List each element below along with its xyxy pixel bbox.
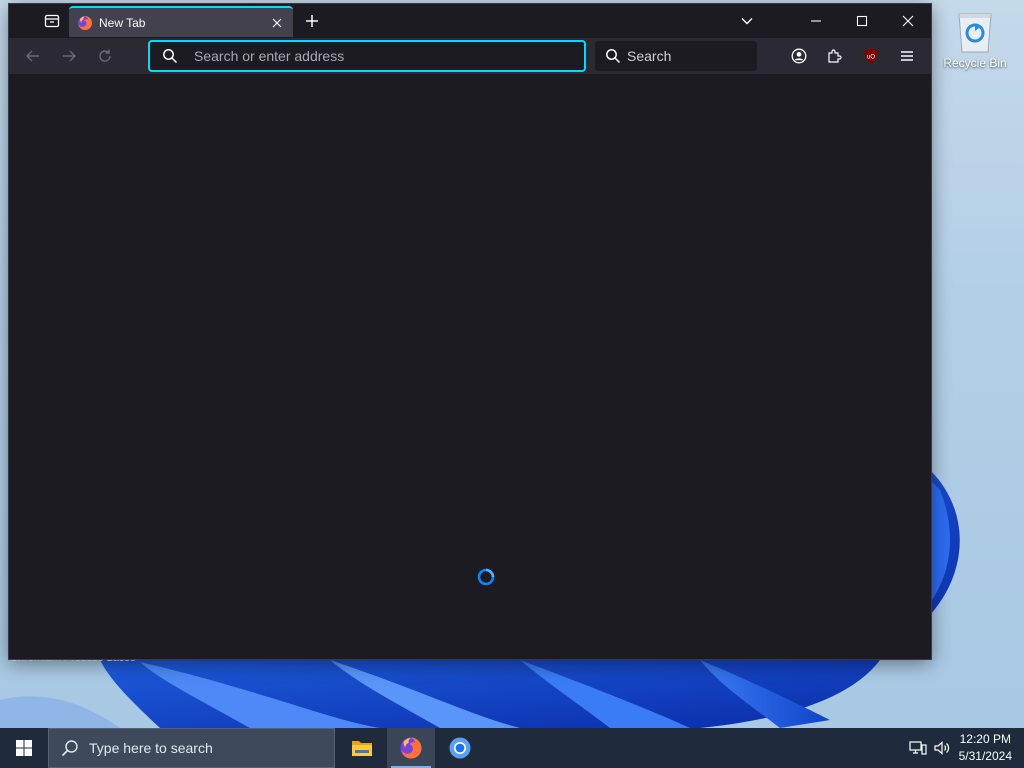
reload-button[interactable]: [90, 41, 120, 71]
close-icon: [902, 15, 914, 27]
plus-icon: [306, 15, 318, 27]
recycle-bin-icon: [953, 8, 997, 54]
chromium-icon: [449, 737, 471, 759]
back-arrow-icon: [26, 50, 39, 62]
close-window-button[interactable]: [885, 4, 931, 38]
firefox-icon: [400, 737, 422, 759]
recycle-bin[interactable]: Recycle Bin: [942, 8, 1008, 70]
windows-logo-icon: [16, 740, 32, 756]
recycle-bin-label: Recycle Bin: [943, 56, 1007, 70]
taskbar-app-firefox[interactable]: [387, 728, 435, 768]
svg-text:uO: uO: [867, 55, 875, 61]
loading-spinner-icon: [477, 568, 495, 586]
list-all-tabs-button[interactable]: [724, 4, 770, 38]
system-clock[interactable]: 12:20 PM 5/31/2024: [959, 731, 1012, 765]
extensions-icon: [828, 49, 842, 63]
ublock-icon: uO: [864, 48, 878, 64]
search-icon: [163, 49, 178, 64]
volume-icon: [934, 741, 950, 755]
network-tray-button[interactable]: [906, 728, 930, 768]
menu-icon: [901, 51, 913, 61]
search-box[interactable]: Search: [595, 41, 757, 71]
file-explorer-icon: [352, 741, 372, 756]
back-button[interactable]: [18, 41, 48, 71]
nav-toolbar: Search uO: [9, 38, 931, 74]
taskbar-app-file-explorer[interactable]: [338, 728, 386, 768]
app-menu-button[interactable]: [892, 41, 922, 71]
extensions-button[interactable]: [820, 41, 850, 71]
taskbar-app-chromium[interactable]: [436, 728, 484, 768]
account-button[interactable]: [784, 41, 814, 71]
new-tab-button[interactable]: [297, 6, 327, 36]
search-icon: [606, 49, 621, 64]
taskbar-search-placeholder: Type here to search: [89, 740, 213, 756]
firefox-view-button[interactable]: [35, 4, 69, 38]
tab-title: New Tab: [99, 15, 146, 30]
clock-date: 5/31/2024: [958, 749, 1012, 763]
address-bar[interactable]: [148, 40, 586, 72]
clock-time: 12:20 PM: [959, 732, 1011, 746]
page-content: [9, 74, 931, 659]
forward-button[interactable]: [54, 41, 84, 71]
tab-new-tab[interactable]: New Tab: [69, 6, 293, 37]
volume-tray-button[interactable]: [930, 728, 954, 768]
chevron-down-icon: [741, 18, 753, 25]
maximize-icon: [856, 15, 868, 27]
firefox-view-icon: [44, 14, 60, 28]
minimize-button[interactable]: [793, 4, 839, 38]
tab-bar: New Tab: [9, 4, 931, 38]
network-icon: [909, 741, 927, 755]
firefox-window: New Tab Search or enter address Search u…: [9, 4, 931, 659]
minimize-icon: [811, 20, 821, 22]
start-button[interactable]: [0, 728, 48, 768]
search-box-label: Search: [627, 48, 672, 64]
taskbar: Type here to search 12:20 PM 5/31/2024: [0, 728, 1024, 768]
search-icon: [61, 740, 78, 757]
close-icon: [272, 18, 282, 27]
reload-icon: [99, 49, 111, 62]
maximize-button[interactable]: [839, 4, 885, 38]
forward-arrow-icon: [63, 50, 76, 62]
taskbar-search-box[interactable]: Type here to search: [48, 728, 335, 768]
ublock-button[interactable]: uO: [856, 41, 886, 71]
address-input[interactable]: [192, 47, 584, 65]
firefox-icon: [78, 15, 92, 30]
account-icon: [791, 48, 807, 64]
close-tab-button[interactable]: [265, 11, 289, 35]
